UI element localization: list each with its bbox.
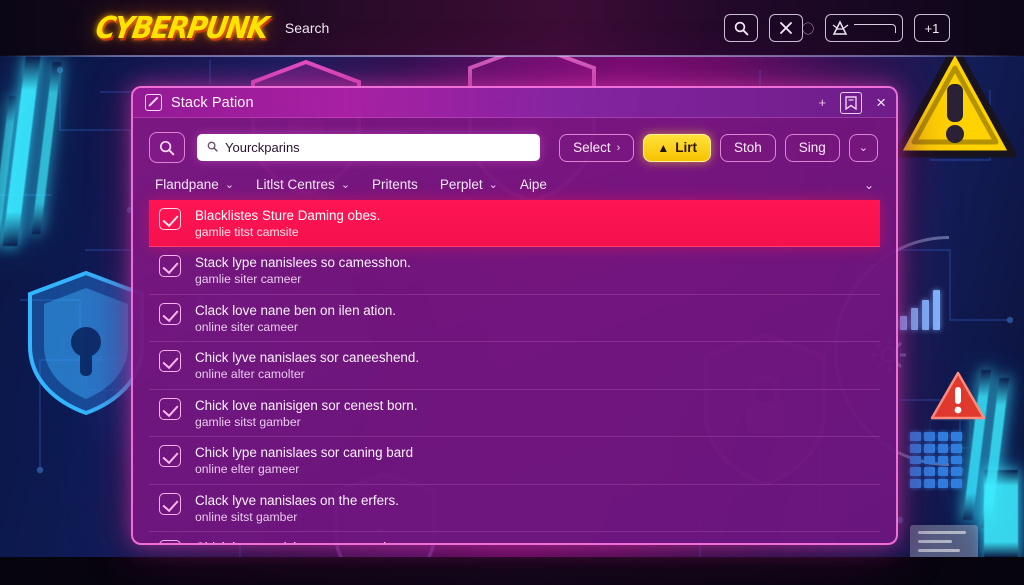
tab-label: Litlst Centres [256, 177, 335, 192]
more-options-button[interactable]: ⌄ [848, 133, 878, 162]
search-icon[interactable] [149, 132, 185, 163]
data-grid-decoration [910, 432, 962, 488]
list-item[interactable]: Clack lyve nanislaes on the erfers. onli… [149, 485, 880, 533]
tab-label: Perplet [439, 177, 483, 192]
list-item-text: Chick lype nanislaes sor caning bard onl… [195, 444, 413, 476]
search-row: Select › ▲ Lirt Stoh Sing ⌄ [133, 118, 896, 173]
list-item-subtitle: gamlie sitst gamber [195, 414, 301, 429]
light-streak [984, 470, 1018, 558]
signal-box-icon[interactable] [825, 14, 903, 42]
checkbox[interactable] [159, 445, 181, 468]
list-item-title: Blacklistes Sture Daming obes. [195, 208, 381, 223]
list-item-subtitle: online elter gameer [195, 462, 300, 477]
checkbox[interactable] [159, 492, 181, 515]
screen: CYBERPUNK Search ⃝ +1 Stack Pation + [0, 0, 1024, 585]
bar-chart-icon [900, 286, 940, 330]
stoh-button[interactable]: Stoh [719, 133, 776, 162]
tab-label: Flandpane [155, 177, 219, 192]
checkbox[interactable] [159, 540, 181, 543]
checkbox[interactable] [159, 397, 181, 420]
chevron-down-icon[interactable]: ⌄ [864, 178, 880, 192]
stoh-button-label: Stoh [733, 140, 762, 155]
list-item[interactable]: Chick love nanisigen sor cenest born. ga… [149, 390, 880, 438]
cyberpunk-logo: CYBERPUNK [93, 10, 270, 46]
tab-perplet[interactable]: Perplet ⌄ [440, 177, 498, 192]
list-item-subtitle: online alter camolter [195, 367, 305, 382]
checkbox[interactable] [159, 208, 181, 230]
list-item-subtitle: online siter cameer [195, 319, 298, 334]
top-bar: CYBERPUNK Search ⃝ +1 [0, 0, 1024, 56]
list-item[interactable]: Chick lype nanislaes sor caning bard onl… [149, 437, 880, 485]
sing-button[interactable]: Sing [784, 133, 840, 162]
list-item[interactable]: Blacklistes Sture Daming obes. gamlie ti… [149, 200, 880, 248]
list-item-subtitle: gamlie siter cameer [195, 272, 302, 287]
lirt-warning-button[interactable]: ▲ Lirt [643, 133, 711, 162]
dialog-title-actions: + × [818, 91, 886, 114]
chevron-right-icon: › [616, 141, 621, 154]
list-item-subtitle: online sitst gamber [195, 509, 298, 524]
chevron-down-icon: ⌄ [488, 179, 498, 191]
warning-triangle-icon: ▲ [657, 140, 670, 155]
close-icon[interactable] [769, 14, 803, 42]
list-item[interactable]: Stack lype nanislees so camesshon. gamli… [149, 247, 880, 295]
chevron-down-icon: ⌄ [340, 179, 351, 191]
list-item-text: Stack lype nanislees so camesshon. gamli… [195, 254, 411, 286]
plus-badge[interactable]: +1 [914, 14, 950, 42]
list-item-title: Chick lype nanislaes sor caning bard [195, 445, 414, 461]
list-item-text: Chick late. nanislees on camestitte. onl… [195, 539, 405, 543]
sing-button-label: Sing [798, 140, 826, 155]
topbar-label: Search [284, 20, 330, 36]
tab-label: Aipe [519, 177, 547, 192]
stack-pation-dialog: Stack Pation + × Select [131, 86, 898, 545]
list-item-title: Clack love nane ben on ilen ation. [195, 302, 396, 318]
warning-triangle-icon [892, 42, 1018, 167]
plus-icon[interactable]: + [818, 96, 826, 109]
search-icon[interactable] [724, 14, 758, 42]
checkbox[interactable] [159, 350, 181, 373]
list-item-subtitle: gamlie titst camsite [195, 224, 299, 239]
close-icon[interactable]: × [876, 94, 886, 111]
dialog-title: Stack Pation [171, 94, 254, 111]
list-item-text: Blacklistes Sture Daming obes. gamlie ti… [195, 207, 380, 239]
chevron-down-icon: ⌄ [858, 142, 868, 154]
search-field[interactable] [197, 134, 540, 161]
topbar-actions: ⃝ +1 [724, 14, 950, 42]
tab-litlst-centres[interactable]: Litlst Centres ⌄ [256, 177, 350, 192]
list-item-title: Chick late. nanislees on camestitte. [195, 540, 405, 543]
checkbox[interactable] [159, 255, 181, 278]
select-button[interactable]: Select › [559, 133, 635, 162]
list-item-title: Chick love nanisigen sor cenest born. [195, 397, 418, 413]
list-item-text: Clack love nane ben on ilen ation. onlin… [195, 302, 396, 334]
tabs-row: Flandpane ⌄ Litlst Centres ⌄ Pritents Pe… [133, 173, 896, 200]
list-item-text: Chick love nanisigen sor cenest born. ga… [195, 397, 418, 429]
checkbox[interactable] [159, 302, 181, 325]
warning-triangle-icon [930, 370, 986, 427]
list-item[interactable]: Chick lyve nanislaes sor caneeshend. onl… [149, 342, 880, 390]
list-item-text: Clack lyve nanislaes on the erfers. onli… [195, 492, 399, 524]
tab-aipe[interactable]: Aipe [520, 177, 547, 192]
search-input[interactable] [225, 140, 530, 155]
tab-label: Pritents [372, 177, 418, 192]
tab-pritents[interactable]: Pritents [372, 177, 418, 192]
edit-checkbox-icon [145, 94, 162, 111]
results-list: Blacklistes Sture Daming obes. gamlie ti… [133, 200, 896, 543]
bottom-band [0, 557, 1024, 585]
tag-icon[interactable] [840, 91, 863, 114]
tab-flandpane[interactable]: Flandpane ⌄ [155, 177, 234, 192]
search-icon [207, 141, 218, 155]
dialog-action-buttons: Select › ▲ Lirt Stoh Sing ⌄ [559, 133, 880, 162]
dialog-title-bar: Stack Pation + × [133, 88, 896, 118]
list-item-title: Clack lyve nanislaes on the erfers. [195, 492, 399, 508]
select-button-label: Select [573, 140, 611, 155]
lirt-button-label: Lirt [675, 140, 697, 155]
list-item[interactable]: Chick late. nanislees on camestitte. onl… [149, 532, 880, 543]
list-item-title: Chick lyve nanislaes sor caneeshend. [195, 350, 420, 366]
list-item-title: Stack lype nanislees so camesshon. [195, 255, 411, 271]
list-item[interactable]: Clack love nane ben on ilen ation. onlin… [149, 295, 880, 343]
chevron-down-icon: ⌄ [224, 179, 235, 191]
list-item-text: Chick lyve nanislaes sor caneeshend. onl… [195, 349, 419, 381]
